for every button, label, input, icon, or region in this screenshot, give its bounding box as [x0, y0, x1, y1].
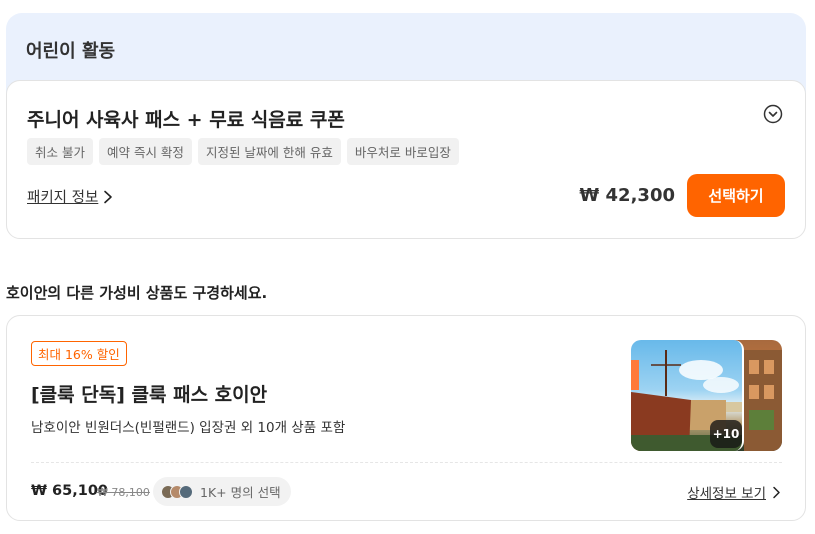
product-image-gallery[interactable]: +10 — [631, 340, 782, 451]
product-description: 남호이안 빈원더스(빈펄랜드) 입장권 외 10개 상품 포함 — [31, 420, 346, 436]
product-title: [클룩 단독] 클룩 패스 호이안 — [31, 384, 268, 406]
package-card[interactable]: 주니어 사육사 패스 + 무료 식음료 쿠폰 취소 불가 예약 즉시 확정 지정… — [6, 80, 806, 239]
promo-heading: 호이안의 다른 가성비 상품도 구경하세요. — [6, 284, 268, 302]
package-price: ₩ 42,300 — [579, 185, 675, 206]
chevron-right-icon — [773, 486, 780, 498]
select-button[interactable]: 선택하기 — [687, 174, 785, 217]
discount-badge: 최대 16% 할인 — [31, 341, 127, 366]
tag-instant-confirm: 예약 즉시 확정 — [98, 138, 192, 165]
kids-activity-section: 어린이 활동 주니어 사육사 패스 + 무료 식음료 쿠폰 취소 불가 예약 즉… — [6, 13, 806, 239]
social-proof-pill: 1K+ 명의 선택 — [153, 477, 291, 506]
tag-date-valid: 지정된 날짜에 한해 유효 — [197, 138, 341, 165]
tag-non-refundable: 취소 불가 — [27, 138, 93, 165]
divider — [31, 462, 782, 463]
avatar-group — [161, 484, 193, 499]
package-tags: 취소 불가 예약 즉시 확정 지정된 날짜에 한해 유효 바우처로 바로입장 — [27, 138, 459, 165]
social-proof-text: 1K+ 명의 선택 — [200, 485, 281, 500]
view-details-link[interactable]: 상세정보 보기 — [687, 482, 781, 502]
package-info-label: 패키지 정보 — [27, 190, 99, 206]
view-details-label: 상세정보 보기 — [687, 486, 766, 502]
more-images-badge[interactable]: +10 — [710, 420, 742, 448]
section-title: 어린이 활동 — [26, 41, 116, 62]
package-title: 주니어 사육사 패스 + 무료 식음료 쿠폰 — [27, 109, 345, 131]
package-info-link[interactable]: 패키지 정보 — [27, 186, 113, 207]
tag-voucher-entry: 바우처로 바로입장 — [346, 138, 459, 165]
product-card[interactable]: 최대 16% 할인 [클룩 단독] 클룩 패스 호이안 남호이안 빈원더스(빈펄… — [6, 315, 806, 521]
avatar — [179, 484, 193, 499]
chevron-right-icon — [104, 190, 113, 203]
expand-chevron-icon[interactable] — [763, 104, 783, 124]
original-price: ₩ 78,100 — [97, 486, 150, 499]
